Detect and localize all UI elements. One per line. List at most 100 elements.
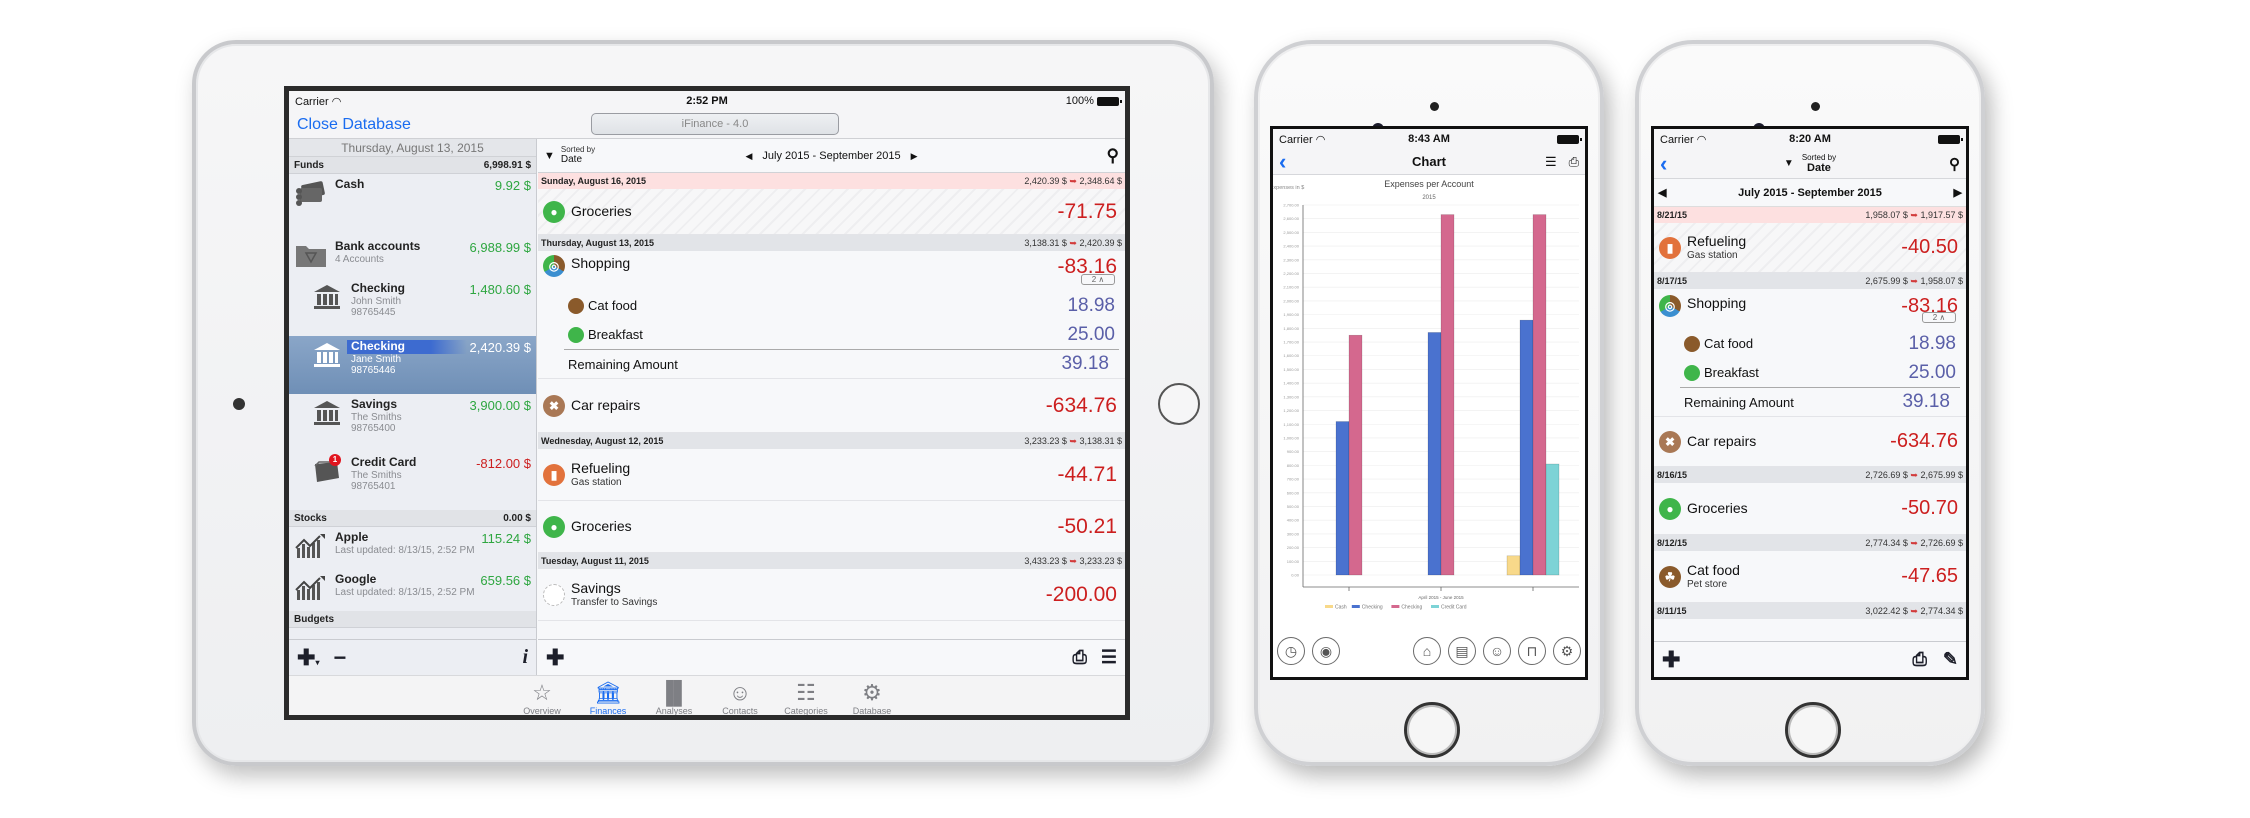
remaining-label: Remaining Amount bbox=[1684, 394, 1794, 410]
tab-label: Overview bbox=[523, 706, 561, 716]
status-bar: Carrier ◠ 8:43 AM bbox=[1273, 129, 1585, 149]
stock-apple[interactable]: Apple Last updated: 8/13/15, 2:52 PM 115… bbox=[289, 527, 536, 569]
day-balance: 3,433.23 $ ➥ 3,233.23 $ bbox=[1024, 555, 1122, 566]
prev-period-button[interactable]: ◀ bbox=[745, 151, 752, 161]
transaction-row[interactable]: ✖ Car repairs -634.76 bbox=[538, 379, 1125, 433]
transaction-amount: -634.76 bbox=[1045, 393, 1117, 417]
back-button[interactable]: ‹ bbox=[1279, 149, 1286, 175]
sidebar-toolbar: ✚▾ − i bbox=[289, 639, 537, 675]
next-period-button[interactable]: ▶ bbox=[911, 151, 918, 161]
print-icon[interactable]: ⎙ bbox=[1569, 154, 1579, 170]
fuel-icon: ▮ bbox=[543, 463, 565, 486]
transaction-row[interactable]: ▮ Refueling Gas station -44.71 bbox=[538, 449, 1125, 501]
transaction-row[interactable]: ✖ Car repairs -634.76 bbox=[1654, 417, 1966, 467]
transaction-row[interactable]: ● Groceries -71.75 bbox=[538, 189, 1125, 235]
arrow-icon: ➥ bbox=[1069, 435, 1077, 446]
remaining-label: Remaining Amount bbox=[568, 356, 678, 372]
account-checking-jane[interactable]: Checking Jane Smith 98765446 2,420.39 $ bbox=[289, 336, 536, 394]
transactions-toolbar: ✚ ⎙ ✎ bbox=[1654, 641, 1966, 677]
account-number: 98765401 bbox=[351, 481, 396, 493]
remove-account-button[interactable]: − bbox=[333, 645, 346, 671]
suitcase-icon[interactable]: ▤ bbox=[1448, 637, 1476, 665]
home-button[interactable] bbox=[1785, 702, 1841, 758]
section-funds: Funds 6,998.91 $ bbox=[289, 157, 536, 174]
tab-database[interactable]: ⚙ Database bbox=[843, 680, 901, 715]
add-transaction-button[interactable]: ✚ bbox=[1662, 647, 1680, 673]
split-transaction[interactable]: ◎ Shopping -83.16 2 ∧ Cat food 18.98 Bre… bbox=[538, 251, 1125, 379]
print-icon[interactable]: ⎙ bbox=[1913, 649, 1927, 670]
legend-label: Cash bbox=[1335, 605, 1347, 611]
transaction-row[interactable]: ◎ Shopping -83.16 2 ∧ bbox=[538, 251, 1125, 291]
transaction-row[interactable]: ● Groceries -50.21 bbox=[538, 501, 1125, 553]
tab-categories[interactable]: ☷ Categories bbox=[777, 680, 835, 715]
search-icon[interactable]: ⚲ bbox=[1107, 146, 1119, 166]
transactions-screen: Carrier ◠ 8:20 AM ‹ ▼ Sorted by Date ⚲ ◀… bbox=[1651, 126, 1969, 680]
transaction-name: Groceries bbox=[1687, 500, 1748, 517]
close-database-button[interactable]: Close Database bbox=[289, 116, 537, 134]
transaction-row[interactable]: ◎ Shopping -83.16 2 ∧ bbox=[1654, 289, 1966, 329]
stock-google[interactable]: Google Last updated: 8/13/15, 2:52 PM 65… bbox=[289, 569, 536, 611]
sort-dropdown-icon: ▼ bbox=[1783, 158, 1794, 169]
search-icon[interactable]: ⚲ bbox=[1949, 155, 1960, 173]
home-button[interactable] bbox=[1404, 702, 1460, 758]
arrow-icon: ➥ bbox=[1910, 605, 1918, 616]
transaction-row[interactable]: ▮ Refueling Gas station -40.50 bbox=[1654, 223, 1966, 273]
legend-swatch bbox=[1351, 605, 1360, 608]
info-icon[interactable]: i bbox=[522, 646, 528, 669]
tab-analyses[interactable]: ▐▌ Analyses bbox=[645, 680, 703, 715]
carrier-label: Carrier ◠ bbox=[295, 95, 342, 108]
add-transaction-button[interactable]: ✚ bbox=[546, 645, 564, 671]
prev-period-button[interactable]: ◀ bbox=[1658, 186, 1666, 199]
y-tick-label: 2,300.00 bbox=[1283, 257, 1299, 262]
day-date: Tuesday, August 11, 2015 bbox=[541, 556, 649, 566]
transaction-row[interactable]: Savings Transfer to Savings -200.00 bbox=[538, 569, 1125, 621]
person-icon[interactable]: ☺ bbox=[1483, 637, 1511, 665]
battery-icon bbox=[1557, 134, 1582, 144]
list-menu-icon[interactable]: ☰ bbox=[1101, 647, 1117, 668]
ipad-home-button[interactable] bbox=[1158, 383, 1200, 425]
account-group-bank[interactable]: Bank accounts 4 Accounts 6,988.99 $ bbox=[289, 236, 536, 278]
transaction-name: Refueling bbox=[571, 460, 631, 477]
split-transaction[interactable]: ◎ Shopping -83.16 2 ∧ Cat food 18.98 Bre… bbox=[1654, 289, 1966, 417]
split-count-toggle[interactable]: 2 ∧ bbox=[1081, 274, 1115, 285]
tab-finances[interactable]: 🏛︎ Finances bbox=[579, 680, 637, 716]
edit-list-icon[interactable]: ✎ bbox=[1943, 649, 1958, 670]
y-tick-label: 2,600.00 bbox=[1283, 216, 1299, 221]
clock-icon[interactable]: ◷ bbox=[1277, 637, 1305, 665]
account-credit-card[interactable]: 1 Credit Card The Smiths 98765401 -812.0… bbox=[289, 452, 536, 510]
y-tick-label: 1,600.00 bbox=[1283, 353, 1299, 358]
apple-icon bbox=[1684, 364, 1700, 381]
transaction-name: Groceries bbox=[571, 518, 632, 535]
account-checking-john[interactable]: Checking John Smith 98765445 1,480.60 $ bbox=[289, 278, 536, 336]
tab-label: Finances bbox=[589, 706, 627, 716]
eye-icon[interactable]: ◉ bbox=[1312, 637, 1340, 665]
split-count-toggle[interactable]: 2 ∧ bbox=[1922, 312, 1956, 323]
transaction-amount: -71.75 bbox=[1057, 199, 1117, 223]
split-name: Cat food bbox=[588, 298, 638, 313]
transaction-row[interactable]: ● Groceries -50.70 bbox=[1654, 483, 1966, 535]
bank-icon[interactable]: ⊓ bbox=[1518, 637, 1546, 665]
account-balance: 1,480.60 $ bbox=[469, 282, 531, 297]
status-bar: Carrier ◠ 8:20 AM bbox=[1654, 129, 1966, 149]
tab-contacts[interactable]: ☺ Contacts bbox=[711, 680, 769, 715]
back-button[interactable]: ‹ bbox=[1660, 151, 1667, 177]
day-date: 8/11/15 bbox=[1657, 606, 1687, 616]
y-tick-label: 100.00 bbox=[1287, 559, 1300, 564]
transactions-panel: ▼ Sorted by Date ◀ July 2015 - September … bbox=[538, 139, 1125, 639]
next-period-button[interactable]: ▶ bbox=[1954, 186, 1962, 199]
print-icon[interactable]: ⎙ bbox=[1072, 647, 1086, 668]
arrow-icon: ➥ bbox=[1910, 275, 1918, 286]
list-icon[interactable]: ☰ bbox=[1545, 154, 1557, 170]
tab-overview[interactable]: ☆ Overview bbox=[513, 680, 571, 716]
paw-icon bbox=[1684, 335, 1700, 352]
nav-bar: ‹ Chart ☰ ⎙ bbox=[1273, 149, 1585, 175]
tag-icon[interactable]: ⌂ bbox=[1413, 637, 1441, 665]
account-number: 98765446 bbox=[351, 365, 396, 377]
account-cash[interactable]: Cash 9.92 $ bbox=[289, 174, 536, 236]
sort-selector[interactable]: ▼ Sorted by Date bbox=[1654, 153, 1966, 174]
account-savings[interactable]: Savings The Smiths 98765400 3,900.00 $ bbox=[289, 394, 536, 452]
transaction-row[interactable]: ☘ Cat food Pet store -47.65 bbox=[1654, 551, 1966, 603]
add-account-button[interactable]: ✚▾ bbox=[297, 645, 319, 671]
gear-icon[interactable]: ⚙ bbox=[1553, 637, 1581, 665]
star-icon: ☆ bbox=[532, 680, 552, 705]
